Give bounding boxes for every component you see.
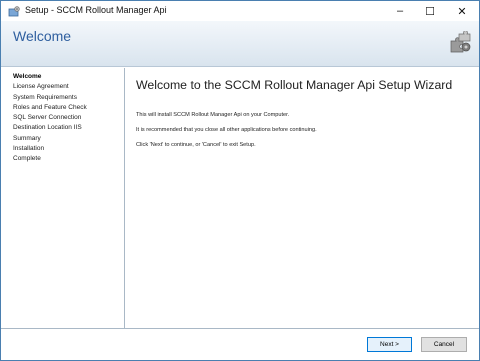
page-title: Welcome — [13, 28, 72, 44]
setup-window: Setup - SCCM Rollout Manager Api – ☐ ✕ W… — [0, 0, 480, 361]
close-button[interactable]: ✕ — [447, 1, 477, 21]
step-summary: Summary — [13, 134, 41, 142]
minimize-icon: – — [396, 5, 404, 17]
header-banner: Welcome — [1, 21, 479, 67]
button-bar: Next > Cancel — [1, 328, 479, 360]
window-title: Setup - SCCM Rollout Manager Api — [25, 5, 167, 15]
step-complete: Complete — [13, 155, 41, 163]
minimize-button[interactable]: – — [385, 1, 415, 21]
maximize-button[interactable]: ☐ — [415, 1, 445, 21]
step-license-agreement: License Agreement — [13, 83, 69, 91]
step-destination-location-iis: Destination Location IIS — [13, 124, 82, 132]
step-welcome: Welcome — [13, 73, 42, 80]
step-sql-server-connection: SQL Server Connection — [13, 114, 82, 122]
next-button[interactable]: Next > — [367, 337, 412, 352]
wizard-heading: Welcome to the SCCM Rollout Manager Api … — [136, 78, 453, 92]
wizard-steps-sidebar: Welcome License Agreement System Require… — [1, 68, 125, 328]
title-bar[interactable]: Setup - SCCM Rollout Manager Api – ☐ ✕ — [1, 1, 479, 21]
maximize-icon: ☐ — [425, 5, 435, 18]
step-roles-feature-check: Roles and Feature Check — [13, 103, 87, 111]
puzzle-gear-icon — [448, 30, 472, 55]
install-description: This will install SCCM Rollout Manager A… — [136, 112, 290, 118]
setup-app-icon — [8, 5, 20, 17]
main-content: Welcome to the SCCM Rollout Manager Api … — [126, 68, 479, 328]
cancel-button[interactable]: Cancel — [421, 337, 467, 352]
close-apps-recommendation: It is recommended that you close all oth… — [136, 127, 317, 133]
step-system-requirements: System Requirements — [13, 93, 77, 101]
continue-instruction: Click 'Next' to continue, or 'Cancel' to… — [136, 142, 256, 148]
step-installation: Installation — [13, 145, 45, 153]
close-icon: ✕ — [457, 5, 467, 18]
